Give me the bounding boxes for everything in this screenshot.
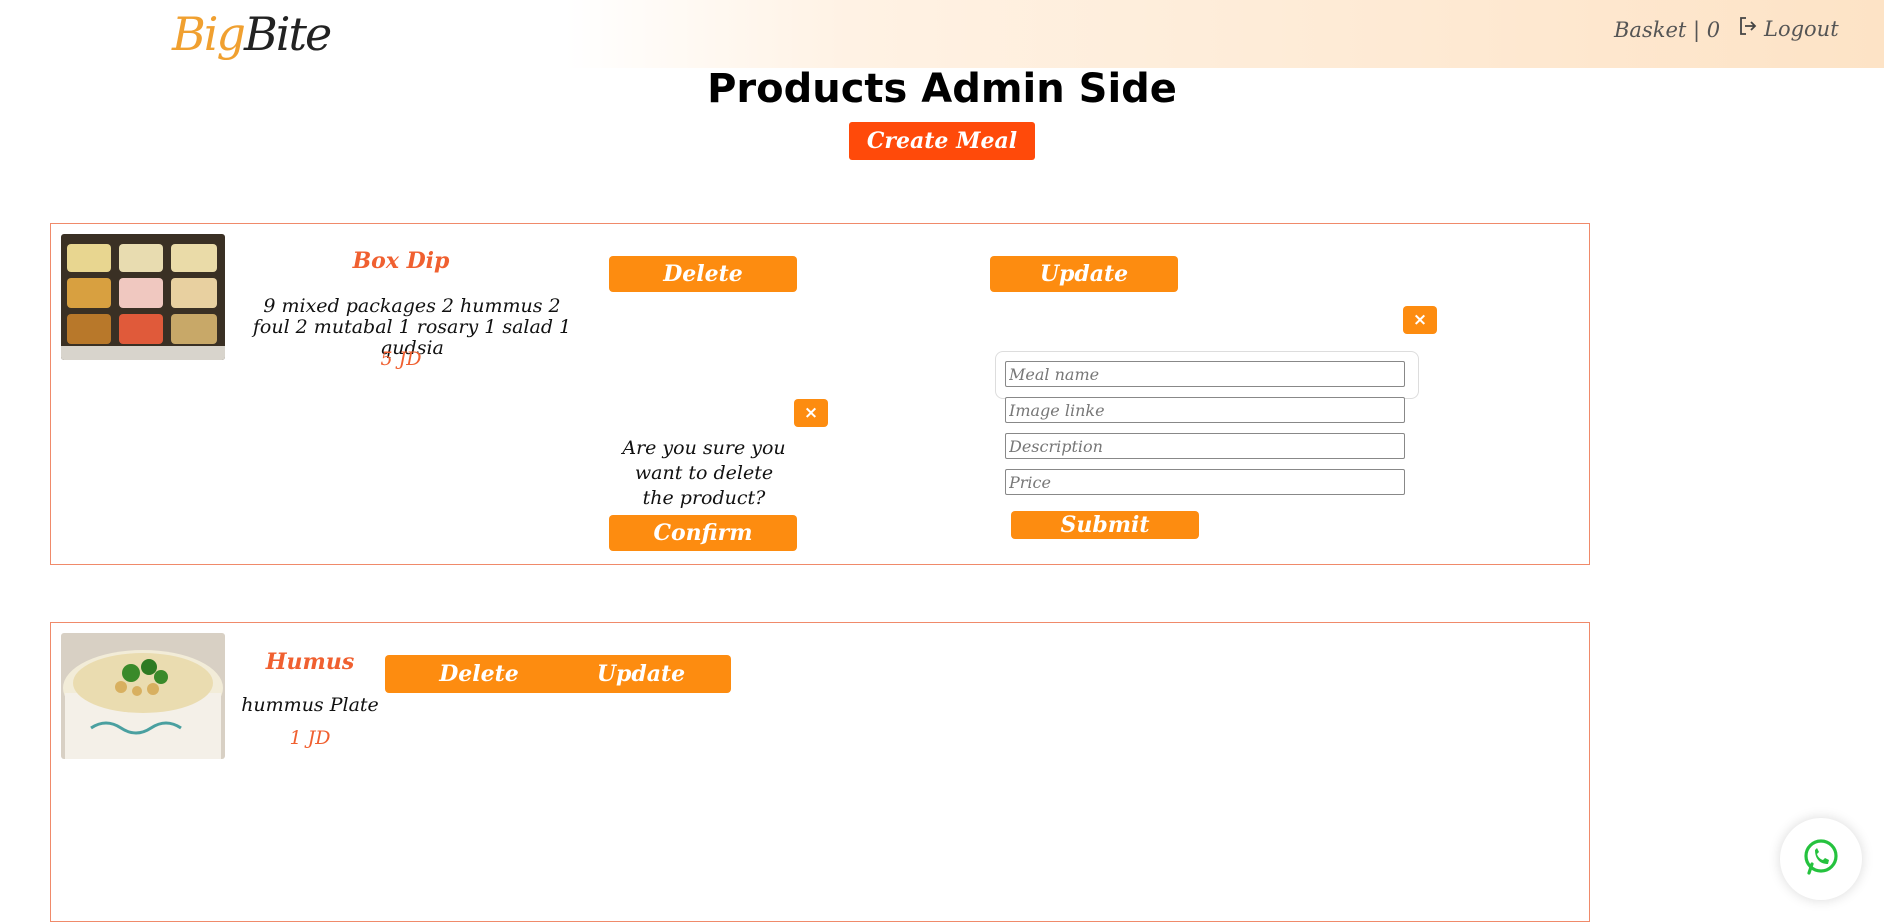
product-card: Humus hummus Plate 1 JD Delete Update (50, 622, 1590, 922)
submit-update-button[interactable]: Submit (1011, 511, 1199, 539)
logout-icon (1738, 16, 1758, 41)
confirm-delete-button[interactable]: Confirm (609, 515, 797, 551)
delete-confirm-question: Are you sure you want to delete the prod… (622, 437, 786, 509)
logout-link[interactable]: Logout (1738, 16, 1839, 41)
whatsapp-icon (1801, 837, 1841, 881)
logo-big-text: Big (172, 7, 246, 61)
logo-bite-text: Bite (243, 7, 332, 61)
product-price: 1 JD (289, 727, 331, 749)
basket-link[interactable]: Basket | 0 (1614, 18, 1720, 42)
product-image-box-dip (61, 234, 225, 360)
description-input[interactable] (1005, 433, 1405, 459)
product-image-humus (61, 633, 225, 759)
image-link-input[interactable] (1005, 397, 1405, 423)
product-price: 5 JD (380, 348, 422, 370)
product-name: Humus (265, 649, 355, 675)
delete-button[interactable]: Delete (385, 655, 573, 693)
update-button[interactable]: Update (990, 256, 1178, 292)
product-name: Box Dip (352, 248, 450, 274)
update-button[interactable]: Update (551, 655, 731, 693)
top-header: BigBite Basket | 0 Logout (0, 0, 1884, 68)
brand-logo[interactable]: BigBite (172, 4, 332, 64)
logout-label: Logout (1764, 16, 1839, 41)
create-meal-button[interactable]: Create Meal (849, 122, 1035, 160)
whatsapp-button[interactable] (1780, 818, 1862, 900)
product-card: Box Dip 9 mixed packages 2 hummus 2 foul… (50, 223, 1590, 565)
price-input[interactable] (1005, 469, 1405, 495)
close-delete-dialog-button[interactable]: × (794, 399, 828, 427)
product-description: hummus Plate (241, 694, 379, 716)
meal-name-input[interactable] (1005, 361, 1405, 387)
delete-button[interactable]: Delete (609, 256, 797, 292)
page-title: Products Admin Side (707, 66, 1177, 112)
close-update-form-button[interactable]: × (1403, 306, 1437, 334)
